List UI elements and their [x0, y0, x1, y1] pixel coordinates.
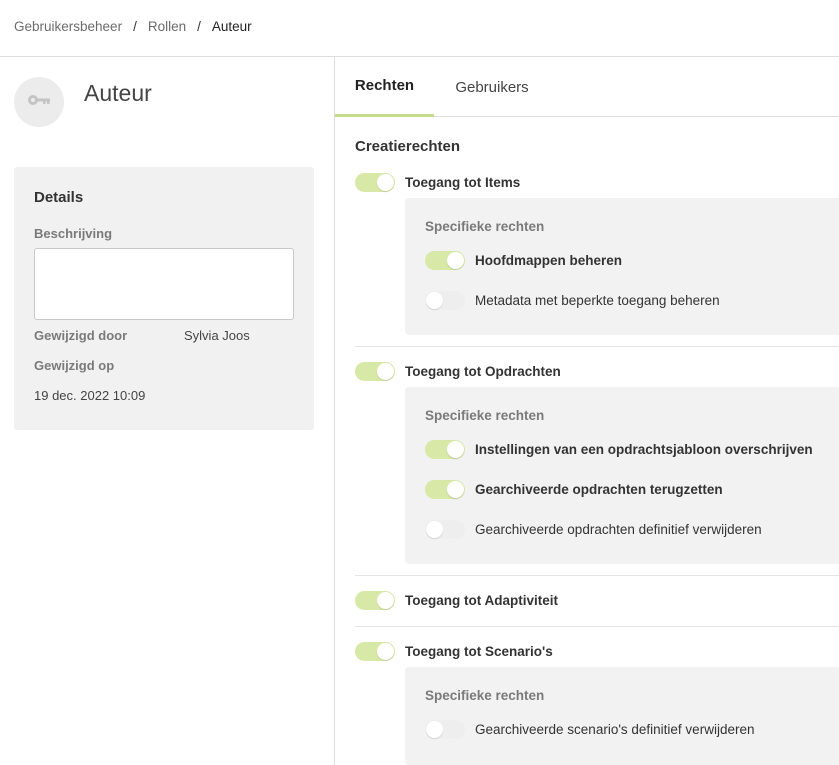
subpanel-title: Specifieke rechten [425, 688, 545, 703]
breadcrumb-separator: / [197, 19, 201, 34]
modified-on-label: Gewijzigd op [34, 358, 115, 373]
toggle-items[interactable] [355, 173, 395, 192]
toggle-opdrachten[interactable] [355, 362, 395, 381]
toggle-metadata[interactable] [425, 291, 465, 310]
details-panel: Details Beschrijving Gewijzigd door Sylv… [14, 167, 314, 430]
tab-gebruikers[interactable]: Gebruikers [434, 57, 550, 117]
role-avatar [14, 77, 64, 127]
modified-on-value: 19 dec. 2022 10:09 [34, 388, 146, 403]
tab-bar: Rechten Gebruikers [335, 57, 839, 117]
subpanel-title: Specifieke rechten [425, 219, 545, 234]
group-divider [355, 346, 839, 347]
description-field[interactable] [34, 248, 294, 320]
breadcrumb: Gebruikersbeheer / Rollen / Auteur [14, 19, 252, 34]
perm-label-items: Toegang tot Items [405, 175, 521, 190]
toggle-sjabloon[interactable] [425, 440, 465, 459]
perm-label-terugzetten: Gearchiveerde opdrachten terugzetten [475, 482, 723, 497]
toggle-adaptiviteit[interactable] [355, 591, 395, 610]
toggle-knob [447, 441, 464, 458]
toggle-opdrachten-verwijderen[interactable] [425, 520, 465, 539]
group-divider [355, 575, 839, 576]
perm-label-sjabloon: Instellingen van een opdrachtsjabloon ov… [475, 442, 813, 457]
toggle-knob [447, 481, 464, 498]
column-divider [334, 57, 335, 765]
breadcrumb-link-rollen[interactable]: Rollen [148, 19, 186, 34]
toggle-knob [426, 292, 443, 309]
page-title: Auteur [84, 80, 152, 106]
toggle-knob [426, 521, 443, 538]
description-label: Beschrijving [34, 226, 113, 241]
modified-by-label: Gewijzigd door [34, 328, 128, 343]
breadcrumb-separator: / [133, 19, 137, 34]
toggle-terugzetten[interactable] [425, 480, 465, 499]
breadcrumb-link-gebruikersbeheer[interactable]: Gebruikersbeheer [14, 19, 122, 34]
toggle-knob [377, 363, 394, 380]
toggle-knob [377, 643, 394, 660]
modified-by-value: Sylvia Joos [184, 328, 250, 343]
toggle-scenarios-verwijderen[interactable] [425, 720, 465, 739]
toggle-scenarios[interactable] [355, 642, 395, 661]
toggle-knob [377, 592, 394, 609]
key-icon [27, 93, 51, 112]
section-title: Creatierechten [355, 138, 461, 155]
toggle-knob [426, 721, 443, 738]
group-divider [355, 626, 839, 627]
perm-label-scenarios-verwijderen: Gearchiveerde scenario's definitief verw… [475, 722, 755, 737]
perm-label-opdrachten: Toegang tot Opdrachten [405, 364, 561, 379]
toggle-knob [377, 174, 394, 191]
perm-label-scenarios: Toegang tot Scenario's [405, 644, 553, 659]
perm-label-adaptiviteit: Toegang tot Adaptiviteit [405, 593, 558, 608]
perm-label-opdrachten-verwijderen: Gearchiveerde opdrachten definitief verw… [475, 522, 762, 537]
tab-rechten[interactable]: Rechten [335, 57, 434, 117]
perm-label-hoofdmappen: Hoofdmappen beheren [475, 253, 623, 268]
perm-label-metadata: Metadata met beperkte toegang beheren [475, 293, 720, 308]
subpanel-title: Specifieke rechten [425, 408, 545, 423]
breadcrumb-current: Auteur [211, 19, 252, 34]
subpanel-scenarios: Specifieke rechten [405, 667, 839, 765]
details-title: Details [34, 189, 84, 206]
toggle-hoofdmappen[interactable] [425, 251, 465, 270]
toggle-knob [447, 252, 464, 269]
subpanel-opdrachten: Specifieke rechten [405, 387, 839, 564]
